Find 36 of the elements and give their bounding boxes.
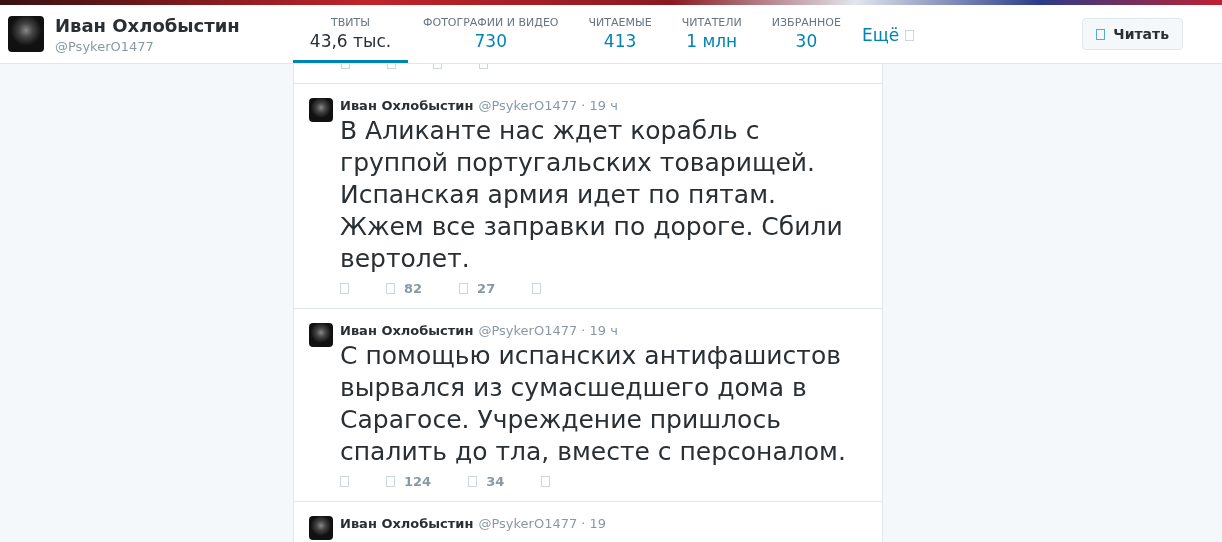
glyph-icon[interactable] (459, 283, 469, 294)
profile-nav-tab[interactable]: ФОТОГРАФИИ И ВИДЕО 730 (408, 5, 574, 63)
author-handle[interactable]: @PsykerO1477 (478, 323, 578, 338)
glyph-icon[interactable] (386, 476, 395, 487)
profile-nav-tab[interactable]: ИЗБРАННОЕ 30 (756, 5, 856, 63)
retweet-count: 124 (404, 474, 432, 489)
like-count: 34 (486, 474, 505, 489)
glyph-icon (905, 29, 915, 41)
tweet-time[interactable]: · 19 ч (581, 98, 618, 113)
follow-button[interactable]: Читать (1082, 18, 1183, 50)
avatar[interactable] (8, 16, 44, 52)
tweet-text: С помощью испанских антифашистов вырвался из сумасшедшего дома в Сарагосе. Учреждение пришлось спалить до тла, вместе с персоналом. (340, 340, 847, 468)
author-handle[interactable]: @PsykerO1477 (478, 516, 578, 531)
glyph-icon[interactable] (340, 476, 349, 487)
tweet-time[interactable]: · 19 ч (581, 323, 618, 338)
glyph-icon[interactable] (386, 283, 395, 294)
author-handle[interactable]: @PsykerO1477 (478, 98, 578, 113)
retweet-count: 82 (404, 281, 423, 296)
glyph-icon[interactable] (532, 283, 542, 294)
profile-handle: @PsykerO1477 (55, 38, 155, 54)
avatar[interactable] (309, 323, 333, 347)
like-count: 27 (477, 281, 496, 296)
profile-nav-tab[interactable]: ЧИТАТЕЛИ 1 млн (666, 5, 757, 63)
profile-name[interactable]: Иван Охлобыстин (55, 14, 240, 36)
tweet-text: В Аликанте нас ждет корабль с группой португальских товарищей. Испанская армия идет по пятам. Жжем все заправки по дороге. Сбили вертолет. (340, 115, 844, 275)
profile-nav-tab[interactable]: ЧИТАЕМЫЕ 413 (573, 5, 667, 63)
glyph-icon[interactable] (541, 476, 551, 487)
avatar[interactable] (309, 516, 333, 540)
glyph-icon[interactable] (340, 283, 349, 294)
author-name[interactable]: Иван Охлобыстин (340, 98, 474, 113)
glyph-icon[interactable] (468, 476, 478, 487)
author-name[interactable]: Иван Охлобыстин (340, 323, 474, 338)
more-link[interactable]: Ещё (861, 25, 900, 45)
tweet-time[interactable]: · 19 (581, 516, 607, 531)
author-name[interactable]: Иван Охлобыстин (340, 516, 474, 531)
avatar[interactable] (309, 98, 333, 122)
